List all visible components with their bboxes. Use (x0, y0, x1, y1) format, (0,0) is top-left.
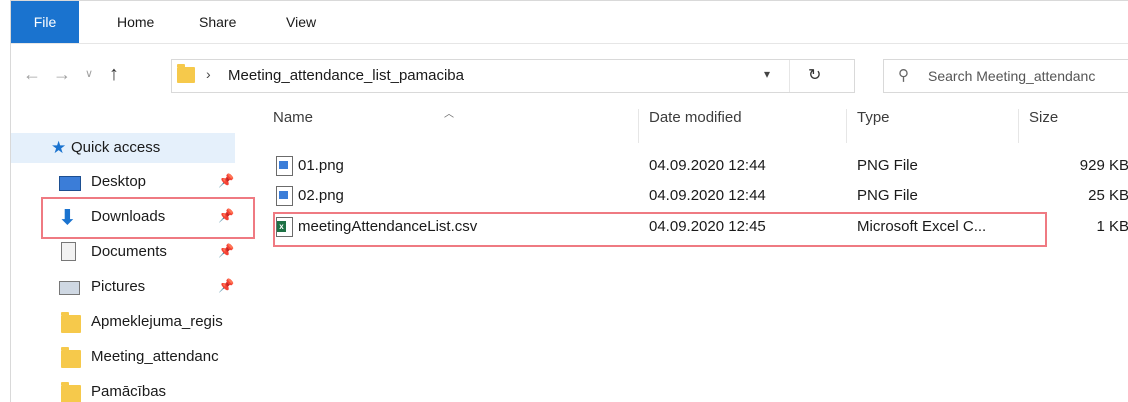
tab-file[interactable]: File (11, 1, 79, 43)
divider (789, 60, 790, 92)
folder-icon (177, 64, 195, 83)
pin-icon: 📌 (218, 173, 235, 188)
sidebar-item-folder[interactable]: Apmeklejuma_regis (11, 307, 251, 337)
tab-view[interactable]: View (286, 1, 316, 43)
column-divider[interactable] (846, 109, 847, 143)
navigation-pane: ★ Quick access Desktop 📌 ⬇ Downloads 📌 D… (11, 129, 251, 402)
sidebar-item-label: Apmeklejuma_regis (91, 313, 223, 330)
ribbon: File Home Share View (11, 1, 1128, 44)
breadcrumb-path[interactable]: Meeting_attendance_list_pamaciba (228, 67, 464, 84)
file-type: PNG File (857, 187, 918, 204)
downloads-highlight-box (41, 197, 255, 239)
column-header-size[interactable]: Size (1029, 109, 1058, 143)
file-explorer-window: File Home Share View ← → ∨ ↑ › Meeting_a… (10, 0, 1128, 402)
column-divider[interactable] (638, 109, 639, 143)
tab-share[interactable]: Share (199, 1, 236, 43)
sidebar-item-folder[interactable]: Meeting_attendanc (11, 342, 251, 372)
sidebar-item-quick-access[interactable]: ★ Quick access (11, 133, 235, 163)
address-row: ← → ∨ ↑ › Meeting_attendance_list_pamaci… (11, 53, 1128, 95)
file-row[interactable]: 01.png 04.09.2020 12:44 PNG File 929 KB (266, 153, 1128, 181)
file-name: 02.png (298, 187, 344, 204)
search-placeholder: Search Meeting_attendanc (928, 68, 1096, 84)
sidebar-item-label: Desktop (91, 173, 147, 190)
pictures-icon (59, 281, 80, 295)
back-icon[interactable]: ← (21, 63, 43, 85)
sidebar-item-desktop[interactable]: Desktop 📌 (11, 167, 251, 197)
sidebar-item-label: Pamācības (91, 383, 167, 400)
forward-icon[interactable]: → (51, 63, 73, 85)
documents-icon (61, 242, 76, 261)
file-size: 1 KB (1096, 218, 1128, 235)
refresh-icon[interactable]: ↻ (808, 65, 821, 85)
sidebar-item-documents[interactable]: Documents 📌 (11, 237, 251, 267)
folder-icon (61, 382, 81, 402)
column-header-date-modified[interactable]: Date modified (649, 109, 742, 143)
address-bar[interactable]: › Meeting_attendance_list_pamaciba ▾ ↻ (171, 59, 855, 93)
search-box[interactable]: ⚲ Search Meeting_attendanc (883, 59, 1128, 93)
file-size: 929 KB (1079, 157, 1128, 174)
file-name: 01.png (298, 157, 344, 174)
sidebar-item-pictures[interactable]: Pictures 📌 (11, 272, 251, 302)
up-arrow-icon[interactable]: ↑ (103, 63, 125, 85)
pin-icon: 📌 (218, 243, 235, 258)
column-header-type[interactable]: Type (857, 109, 890, 143)
file-row[interactable]: 02.png 04.09.2020 12:44 PNG File 25 KB (266, 183, 1128, 211)
search-icon: ⚲ (898, 67, 909, 84)
folder-icon (61, 312, 81, 333)
file-date: 04.09.2020 12:44 (649, 187, 766, 204)
column-divider[interactable] (1018, 109, 1019, 143)
desktop-icon (59, 176, 81, 191)
pin-icon: 📌 (218, 278, 235, 293)
sort-ascending-icon: ︿ (444, 109, 454, 120)
star-icon: ★ (51, 138, 67, 157)
file-type: PNG File (857, 157, 918, 174)
sidebar-item-label: Pictures (91, 278, 146, 295)
png-file-icon (276, 186, 293, 206)
address-dropdown-chevron-icon[interactable]: ▾ (764, 67, 770, 81)
file-size: 25 KB (1088, 187, 1128, 204)
tab-home[interactable]: Home (117, 1, 154, 43)
png-file-icon (276, 156, 293, 176)
folder-icon (61, 347, 81, 368)
breadcrumb-separator-icon: › (206, 66, 211, 82)
sidebar-item-folder[interactable]: Pamācības (11, 377, 251, 402)
csv-file-highlight-box (273, 212, 1047, 247)
recent-locations-chevron-icon[interactable]: ∨ (81, 63, 97, 85)
sidebar-item-label: Quick access (71, 139, 161, 156)
sidebar-item-label: Documents (91, 243, 167, 260)
file-date: 04.09.2020 12:44 (649, 157, 766, 174)
column-header-name[interactable]: Name (273, 109, 313, 143)
sidebar-item-label: Meeting_attendanc (91, 348, 219, 365)
